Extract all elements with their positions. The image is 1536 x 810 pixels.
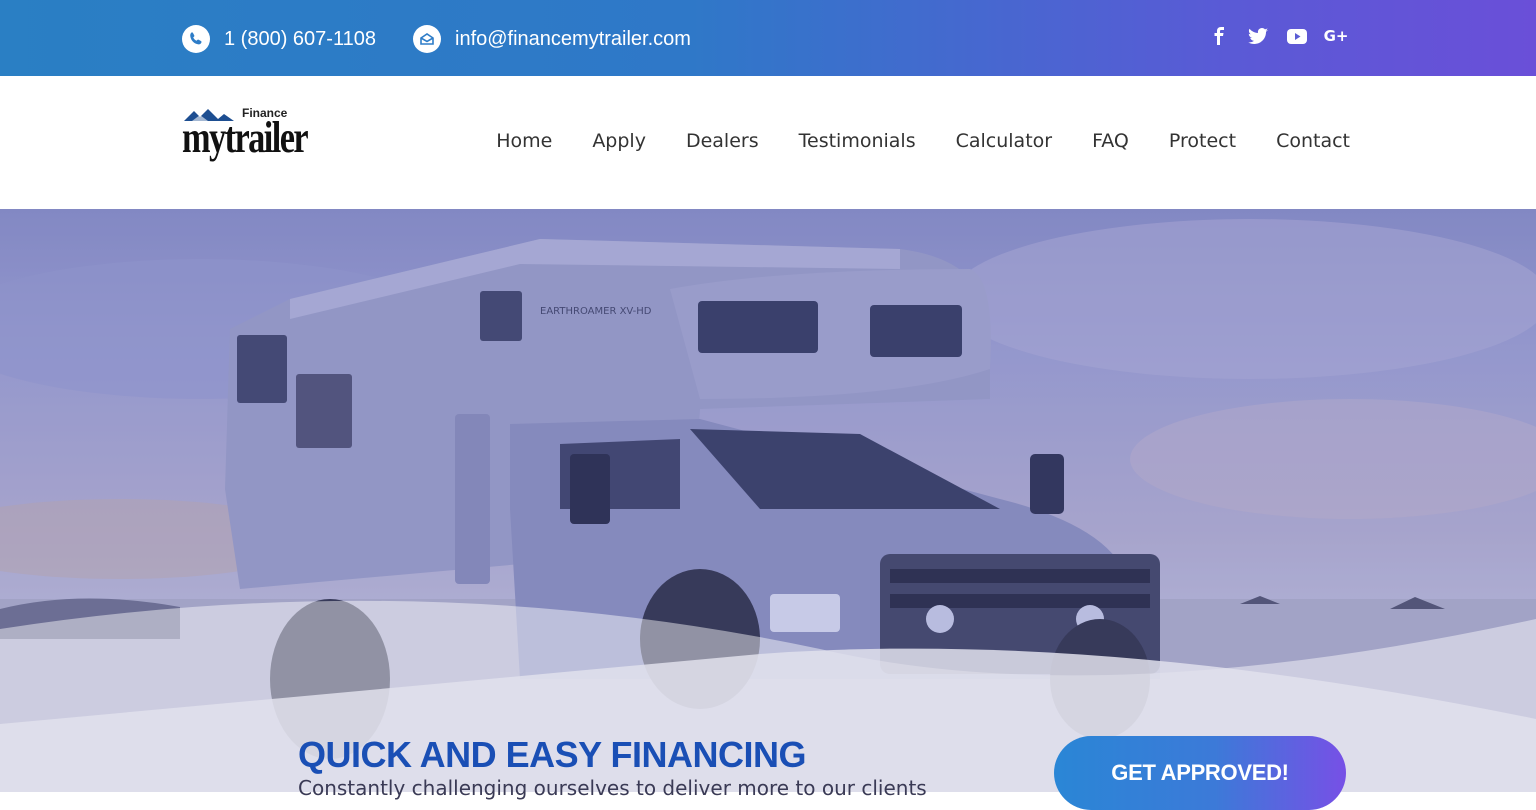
phone-icon bbox=[182, 25, 210, 53]
youtube-icon[interactable] bbox=[1286, 25, 1308, 47]
social-links: G+ bbox=[1208, 25, 1364, 47]
twitter-icon[interactable] bbox=[1247, 25, 1269, 47]
get-approved-button[interactable]: GET APPROVED! bbox=[1054, 736, 1346, 810]
facebook-icon[interactable] bbox=[1208, 25, 1230, 47]
envelope-icon bbox=[413, 25, 441, 53]
logo-big-text: mytrailer bbox=[182, 113, 309, 162]
site-logo[interactable]: Finance mytrailer bbox=[182, 104, 342, 174]
nav-contact[interactable]: Contact bbox=[1276, 130, 1350, 152]
email-contact[interactable]: info@financemytrailer.com bbox=[413, 24, 691, 54]
nav-testimonials[interactable]: Testimonials bbox=[799, 130, 916, 152]
nav-home[interactable]: Home bbox=[496, 130, 552, 152]
nav-apply[interactable]: Apply bbox=[592, 130, 646, 152]
nav-calculator[interactable]: Calculator bbox=[956, 130, 1052, 152]
main-nav: Home Apply Dealers Testimonials Calculat… bbox=[456, 130, 1350, 152]
main-header: Finance mytrailer Home Apply Dealers Tes… bbox=[0, 76, 1536, 209]
phone-number: 1 (800) 607-1108 bbox=[224, 27, 376, 50]
email-address: info@financemytrailer.com bbox=[455, 27, 691, 50]
top-contact-bar: 1 (800) 607-1108 info@financemytrailer.c… bbox=[0, 0, 1536, 76]
cta-subtitle: Constantly challenging ourselves to deli… bbox=[298, 776, 927, 800]
nav-faq[interactable]: FAQ bbox=[1092, 130, 1129, 152]
hero-wave-decoration bbox=[0, 600, 1536, 792]
nav-protect[interactable]: Protect bbox=[1169, 130, 1236, 152]
cta-title: QUICK AND EASY FINANCING bbox=[298, 734, 807, 775]
hero-banner: EARTHROAMER XV-HD bbox=[0, 209, 1536, 792]
nav-dealers[interactable]: Dealers bbox=[686, 130, 759, 152]
phone-contact[interactable]: 1 (800) 607-1108 bbox=[182, 24, 376, 54]
google-plus-icon[interactable]: G+ bbox=[1324, 25, 1349, 47]
